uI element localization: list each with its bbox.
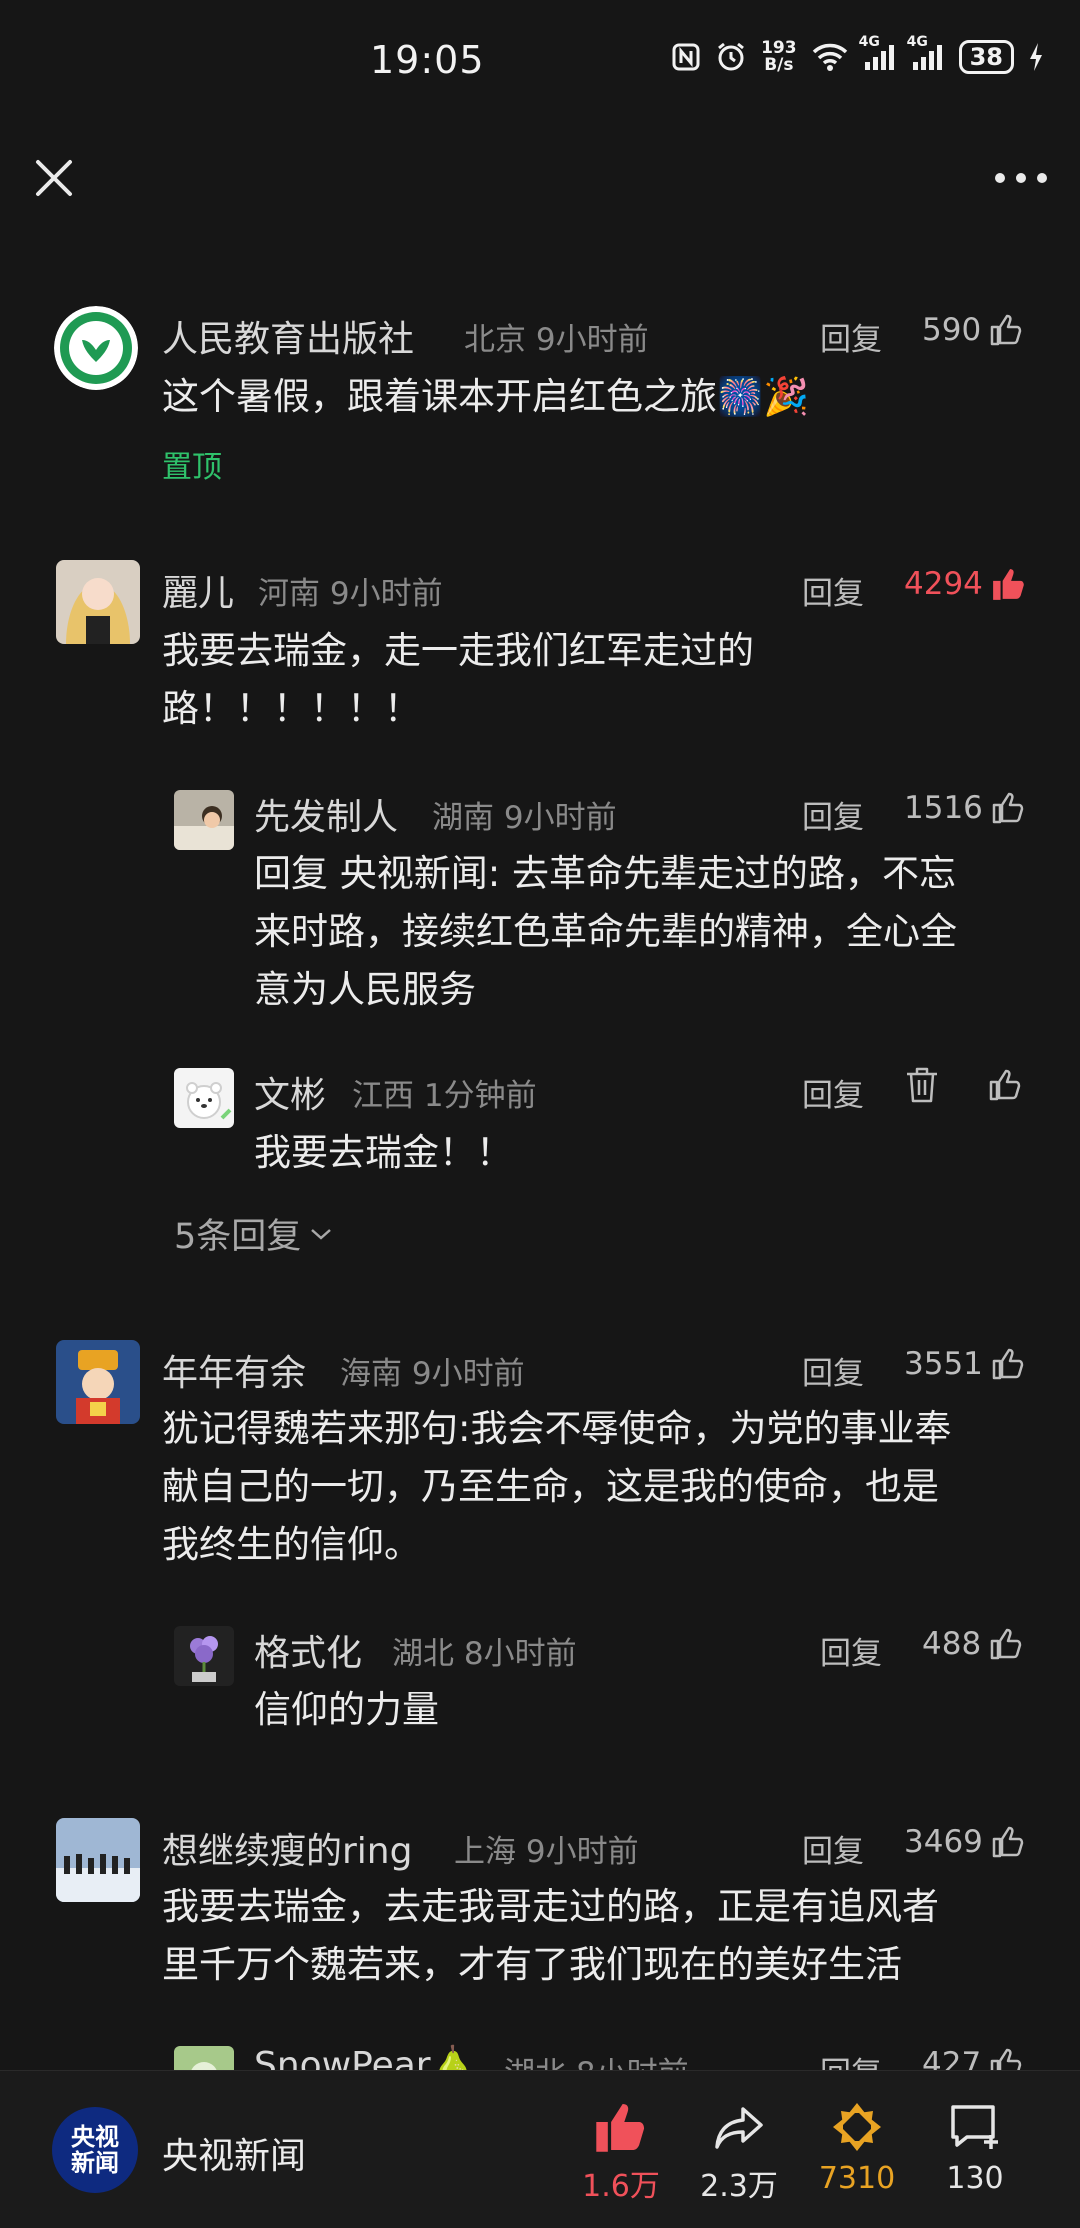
reply-author[interactable]: 格式化 — [254, 1624, 362, 1676]
close-icon — [36, 160, 72, 196]
reply-button[interactable]: 回复 — [802, 1070, 864, 1115]
avatar[interactable] — [174, 1068, 234, 1128]
comment-meta: 海南 9小时前 — [340, 1356, 525, 1392]
comment-meta: 北京 9小时前 — [464, 322, 649, 358]
avatar[interactable] — [56, 1340, 140, 1424]
share-icon — [715, 2107, 763, 2149]
avatar[interactable] — [56, 560, 140, 644]
more-options-button[interactable] — [986, 148, 1056, 208]
comment-author[interactable]: 想继续瘦的ring — [162, 1822, 412, 1874]
reply-button[interactable]: 回复 — [802, 1348, 864, 1393]
like-button[interactable]: 4294 — [904, 566, 1027, 602]
reply-button[interactable]: 回复 — [820, 314, 882, 359]
chevron-down-icon — [311, 1228, 332, 1240]
like-button[interactable]: 3469 — [904, 1824, 1025, 1860]
reply-meta: 湖北 8小时前 — [392, 1636, 577, 1672]
share-button[interactable]: 2.3万 — [684, 2099, 794, 2205]
bottom-action-bar: 央视 新闻 央视新闻 1.6万 2.3万 7310 130 — [0, 2070, 1080, 2228]
wifi-icon — [811, 42, 849, 72]
reply-author[interactable]: 文彬 — [254, 1066, 326, 1118]
comment-author[interactable]: 麗儿 — [162, 564, 234, 616]
alarm-icon — [715, 41, 747, 73]
thumbs-up-filled-icon — [596, 2103, 645, 2152]
nfc-icon — [671, 42, 701, 72]
delete-button[interactable] — [904, 1066, 944, 1106]
thumbs-up-filled-icon — [993, 569, 1024, 600]
reply-button[interactable]: 回复 — [802, 568, 864, 613]
charging-icon — [1028, 42, 1044, 72]
avatar[interactable] — [174, 790, 234, 850]
comment-meta: 上海 9小时前 — [454, 1834, 639, 1870]
thumbs-up-icon — [992, 792, 1024, 824]
pinned-badge: 置顶 — [162, 450, 222, 485]
like-count: 590 — [922, 312, 982, 348]
reply-author[interactable]: 先发制人 — [254, 788, 398, 840]
more-icon — [995, 173, 1047, 183]
thumbs-up-icon — [992, 1348, 1024, 1380]
comment-text: 这个暑假，跟着课本开启红色之旅🎆🎉 — [162, 375, 810, 418]
coin-count: 7310 — [818, 2161, 896, 2196]
avatar[interactable] — [56, 1818, 140, 1902]
like-video-button[interactable]: 1.6万 — [566, 2099, 676, 2205]
comment-text: 我要去瑞金，走一走我们红军走过的 路！！！！！！ — [162, 629, 754, 730]
expand-replies-button[interactable]: 5条回复 — [174, 1208, 333, 1259]
coin-button[interactable]: 7310 — [802, 2099, 912, 2196]
coin-icon — [833, 2103, 881, 2151]
like-count: 3469 — [904, 1824, 983, 1860]
share-count: 2.3万 — [700, 2169, 778, 2204]
reply-meta: 湖南 9小时前 — [432, 800, 617, 836]
comment-author[interactable]: 年年有余 — [162, 1344, 306, 1396]
comment-text: 我要去瑞金，去走我哥走过的路，正是有追风者 里千万个魏若来，才有了我们现在的美好… — [162, 1885, 939, 1986]
like-count: 1.6万 — [582, 2169, 660, 2204]
like-count: 488 — [922, 1626, 982, 1662]
thumbs-up-icon — [990, 314, 1022, 346]
reply-button[interactable]: 回复 — [802, 792, 864, 837]
like-count: 4294 — [904, 566, 983, 602]
reply-text: 信仰的力量 — [254, 1688, 439, 1731]
reply-button[interactable]: 回复 — [802, 1826, 864, 1871]
reply-button[interactable]: 回复 — [820, 1628, 882, 1673]
channel-name[interactable]: 央视新闻 — [162, 2127, 306, 2179]
signal-icon-2: 4G — [907, 34, 945, 72]
network-speed: 193 B/s — [761, 38, 797, 75]
status-icons: 193 B/s 4G 4G 38 — [671, 34, 1044, 75]
like-button[interactable]: 488 — [922, 1626, 1023, 1662]
like-button[interactable] — [988, 1068, 1022, 1102]
trash-icon — [907, 1067, 937, 1103]
thumbs-up-icon — [990, 1628, 1022, 1660]
like-count: 1516 — [904, 790, 983, 826]
comment-author[interactable]: 人民教育出版社 — [162, 310, 414, 362]
comment-meta: 河南 9小时前 — [258, 576, 443, 612]
reply-text: 我要去瑞金！！ — [254, 1131, 513, 1174]
thumbs-up-icon — [992, 1826, 1024, 1858]
status-bar: 19:05 193 B/s 4G 4G 38 — [0, 0, 1080, 120]
channel-avatar[interactable]: 央视 新闻 — [52, 2107, 138, 2193]
expand-replies-label: 5条回复 — [174, 1217, 302, 1257]
comment-count: 130 — [946, 2161, 1004, 2196]
reply-meta: 江西 1分钟前 — [352, 1078, 537, 1114]
thumbs-up-icon — [989, 1069, 1021, 1101]
like-button[interactable]: 1516 — [904, 790, 1025, 826]
comment-text: 犹记得魏若来那句:我会不辱使命，为党的事业奉 献自己的一切，乃至生命，这是我的使… — [162, 1407, 952, 1566]
comment-add-icon — [951, 2105, 998, 2149]
signal-icon-1: 4G — [859, 34, 897, 72]
like-button[interactable]: 3551 — [904, 1346, 1025, 1382]
close-button[interactable] — [24, 148, 84, 208]
avatar[interactable] — [174, 1626, 234, 1686]
like-count: 3551 — [904, 1346, 983, 1382]
reply-text: 回复 央视新闻: 去革命先辈走过的路，不忘 来时路，接续红色革命先辈的精神，全心… — [254, 852, 957, 1011]
battery-level: 38 — [958, 40, 1014, 74]
like-button[interactable]: 590 — [922, 312, 1023, 348]
avatar[interactable] — [54, 306, 138, 390]
status-time: 19:05 — [370, 38, 485, 82]
comment-button[interactable]: 130 — [920, 2099, 1030, 2196]
